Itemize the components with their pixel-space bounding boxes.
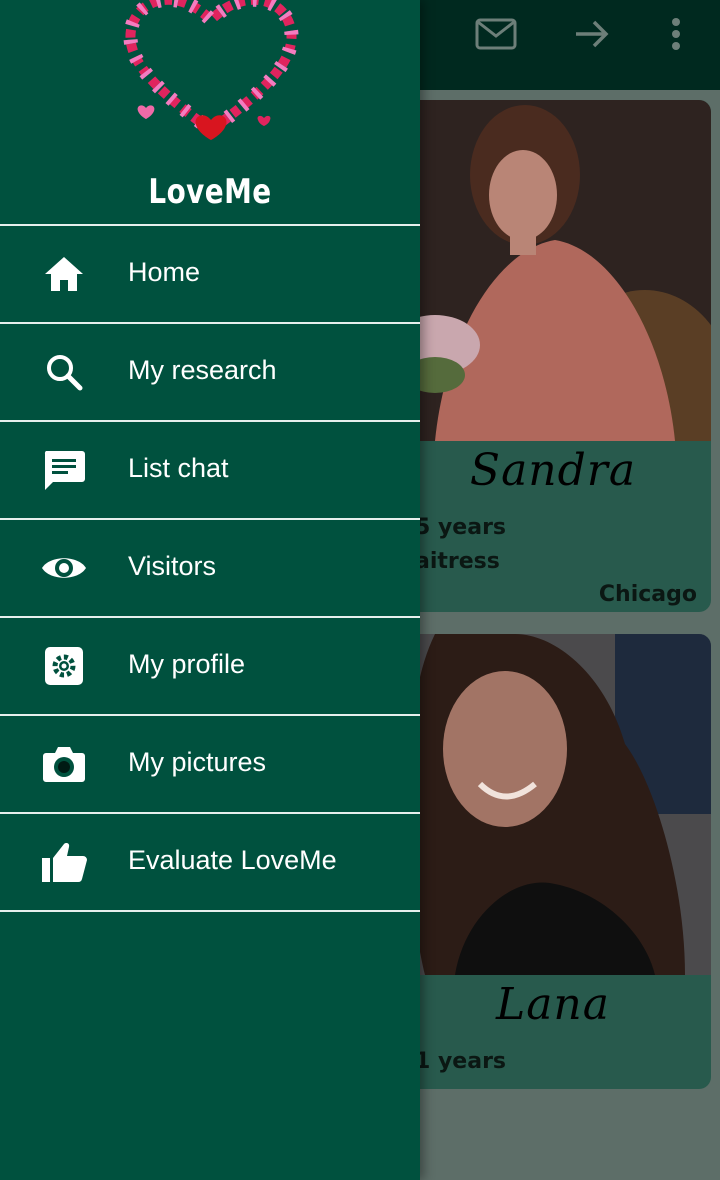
menu-item-evaluate[interactable]: Evaluate LoveMe xyxy=(0,812,420,910)
thumb-up-icon xyxy=(40,838,88,886)
menu-item-label: My pictures xyxy=(128,747,267,777)
menu-item-list-chat[interactable]: List chat xyxy=(0,420,420,518)
divider xyxy=(0,910,420,912)
menu-item-my-pictures[interactable]: My pictures xyxy=(0,714,420,812)
menu-item-home[interactable]: Home xyxy=(0,224,420,322)
heart-logo-icon xyxy=(123,0,299,140)
navigation-drawer: LoveMe Home My research List chat Visito… xyxy=(0,0,420,1180)
home-icon xyxy=(40,250,88,298)
eye-icon xyxy=(40,544,88,592)
menu-item-visitors[interactable]: Visitors xyxy=(0,518,420,616)
chat-icon xyxy=(40,446,88,494)
menu-item-label: Visitors xyxy=(128,551,217,581)
menu-item-label: List chat xyxy=(128,453,229,483)
camera-icon xyxy=(40,740,88,788)
menu-item-label: My research xyxy=(128,355,277,385)
settings-icon xyxy=(40,642,88,690)
menu-item-label: Home xyxy=(128,257,201,287)
menu-item-label: My profile xyxy=(128,649,246,679)
app-name: LoveMe xyxy=(148,172,272,212)
drawer-header: LoveMe xyxy=(0,0,420,224)
search-icon xyxy=(40,348,88,396)
menu-item-my-profile[interactable]: My profile xyxy=(0,616,420,714)
menu-item-label: Evaluate LoveMe xyxy=(128,845,337,875)
menu-item-my-research[interactable]: My research xyxy=(0,322,420,420)
